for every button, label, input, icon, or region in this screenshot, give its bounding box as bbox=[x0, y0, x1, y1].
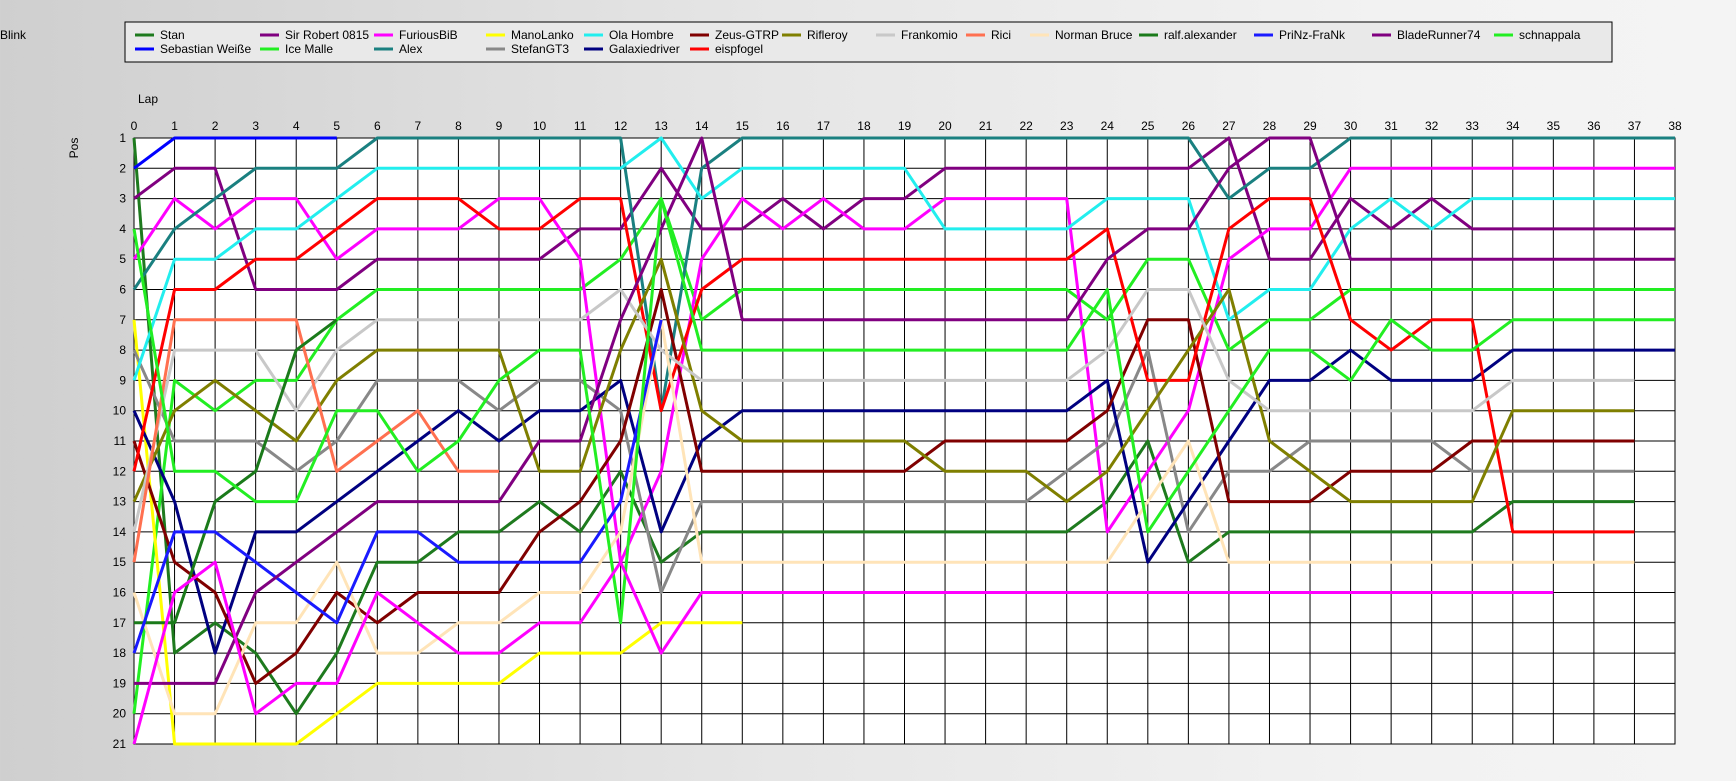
legend-label-zeus-gtrp: Zeus-GTRP bbox=[715, 28, 779, 42]
x-tick-label: 9 bbox=[496, 119, 503, 133]
x-tick-label: 10 bbox=[533, 119, 547, 133]
legend-label-ice-malle: Ice Malle bbox=[285, 42, 333, 56]
legend-label-bladerunner74: BladeRunner74 bbox=[1397, 28, 1481, 42]
race-position-chart: Stan Sebastian Weiße Sir Robert 0815 Ice Ma… bbox=[0, 0, 1736, 776]
y-axis-label: Pos bbox=[67, 138, 81, 159]
x-tick-label: 21 bbox=[979, 119, 993, 133]
legend-label-galaxiedriver: Galaxiedriver bbox=[609, 42, 680, 56]
y-tick-label: 8 bbox=[119, 343, 126, 357]
y-tick-label: 7 bbox=[119, 313, 126, 327]
x-axis-label: Lap bbox=[138, 92, 158, 106]
x-tick-label: 14 bbox=[695, 119, 709, 133]
legend-label-stefangt3: StefanGT3 bbox=[511, 42, 569, 56]
legend-label-blink: Blink bbox=[0, 28, 27, 42]
legend-label-stan: Stan bbox=[160, 28, 185, 42]
x-tick-label: 3 bbox=[252, 119, 259, 133]
x-tick-label: 30 bbox=[1344, 119, 1358, 133]
x-tick-label: 7 bbox=[415, 119, 422, 133]
legend-label-alex: Alex bbox=[399, 42, 422, 56]
x-tick-label: 32 bbox=[1425, 119, 1439, 133]
x-tick-label: 18 bbox=[857, 119, 871, 133]
y-tick-label: 15 bbox=[113, 555, 127, 569]
x-tick-label: 16 bbox=[776, 119, 790, 133]
legend-label-sebastian-wei-e: Sebastian Weiße bbox=[160, 42, 251, 56]
y-tick-label: 21 bbox=[113, 737, 127, 751]
y-tick-label: 6 bbox=[119, 283, 126, 297]
y-tick-label: 19 bbox=[113, 676, 127, 690]
legend-label-schnappala: schnappala bbox=[1519, 28, 1581, 42]
legend-label-prinz-frank: PriNz-FraNk bbox=[1279, 28, 1346, 42]
legend-label-rici: Rici bbox=[991, 28, 1011, 42]
y-tick-label: 17 bbox=[113, 616, 127, 630]
legend-label-norman-bruce: Norman Bruce bbox=[1055, 28, 1133, 42]
x-tick-label: 0 bbox=[131, 119, 138, 133]
x-tick-label: 23 bbox=[1060, 119, 1074, 133]
legend-label-ralf-alexander: ralf.alexander bbox=[1164, 28, 1237, 42]
x-tick-label: 29 bbox=[1303, 119, 1317, 133]
legend-label-manolanko: ManoLanko bbox=[511, 28, 574, 42]
x-tick-label: 34 bbox=[1506, 119, 1520, 133]
x-tick-label: 20 bbox=[938, 119, 952, 133]
chart-canvas: StanSebastian Weiße Sir Robert 0815Ice Ma… bbox=[0, 21, 1682, 751]
y-tick-label: 18 bbox=[113, 646, 127, 660]
y-tick-label: 5 bbox=[119, 252, 126, 266]
y-tick-label: 3 bbox=[119, 192, 126, 206]
y-tick-label: 20 bbox=[113, 707, 127, 721]
x-tick-label: 2 bbox=[212, 119, 219, 133]
legend-label-sir-robert-0815: Sir Robert 0815 bbox=[285, 28, 369, 42]
x-tick-label: 11 bbox=[574, 119, 587, 133]
legend-label-frankomio: Frankomio bbox=[901, 28, 958, 42]
y-tick-label: 2 bbox=[119, 161, 126, 175]
legend-label-furiousbib: FuriousBiB bbox=[399, 28, 458, 42]
x-tick-label: 13 bbox=[655, 119, 669, 133]
x-tick-label: 24 bbox=[1101, 119, 1115, 133]
x-tick-label: 19 bbox=[898, 119, 912, 133]
x-tick-label: 12 bbox=[614, 119, 628, 133]
legend-label-ola-hombre: Ola Hombre bbox=[609, 28, 674, 42]
x-tick-label: 8 bbox=[455, 119, 462, 133]
x-tick-label: 5 bbox=[333, 119, 340, 133]
legend-label-rifleroy: Rifleroy bbox=[807, 28, 848, 42]
y-tick-label: 14 bbox=[113, 525, 127, 539]
x-tick-label: 26 bbox=[1182, 119, 1196, 133]
x-tick-label: 33 bbox=[1466, 119, 1480, 133]
y-tick-label: 4 bbox=[119, 222, 126, 236]
x-tick-label: 22 bbox=[1019, 119, 1033, 133]
y-tick-label: 13 bbox=[113, 495, 127, 509]
x-tick-label: 38 bbox=[1668, 119, 1682, 133]
x-tick-label: 35 bbox=[1547, 119, 1561, 133]
x-tick-label: 28 bbox=[1263, 119, 1277, 133]
x-tick-label: 27 bbox=[1222, 119, 1236, 133]
x-tick-label: 31 bbox=[1384, 119, 1398, 133]
y-tick-label: 11 bbox=[114, 434, 127, 448]
x-tick-label: 17 bbox=[817, 119, 831, 133]
x-tick-label: 15 bbox=[736, 119, 750, 133]
x-tick-label: 6 bbox=[374, 119, 381, 133]
y-tick-label: 12 bbox=[113, 464, 127, 478]
y-tick-label: 10 bbox=[113, 404, 127, 418]
legend-label-eispfogel: eispfogel bbox=[715, 42, 763, 56]
legend: StanSebastian Weiße Sir Robert 0815Ice Ma… bbox=[0, 21, 1613, 63]
x-tick-label: 1 bbox=[171, 119, 178, 133]
x-tick-label: 36 bbox=[1587, 119, 1601, 133]
y-tick-label: 9 bbox=[119, 373, 126, 387]
x-tick-label: 4 bbox=[293, 119, 300, 133]
x-tick-label: 25 bbox=[1141, 119, 1155, 133]
y-tick-label: 1 bbox=[119, 131, 126, 145]
x-tick-label: 37 bbox=[1628, 119, 1642, 133]
y-tick-label: 16 bbox=[113, 586, 127, 600]
